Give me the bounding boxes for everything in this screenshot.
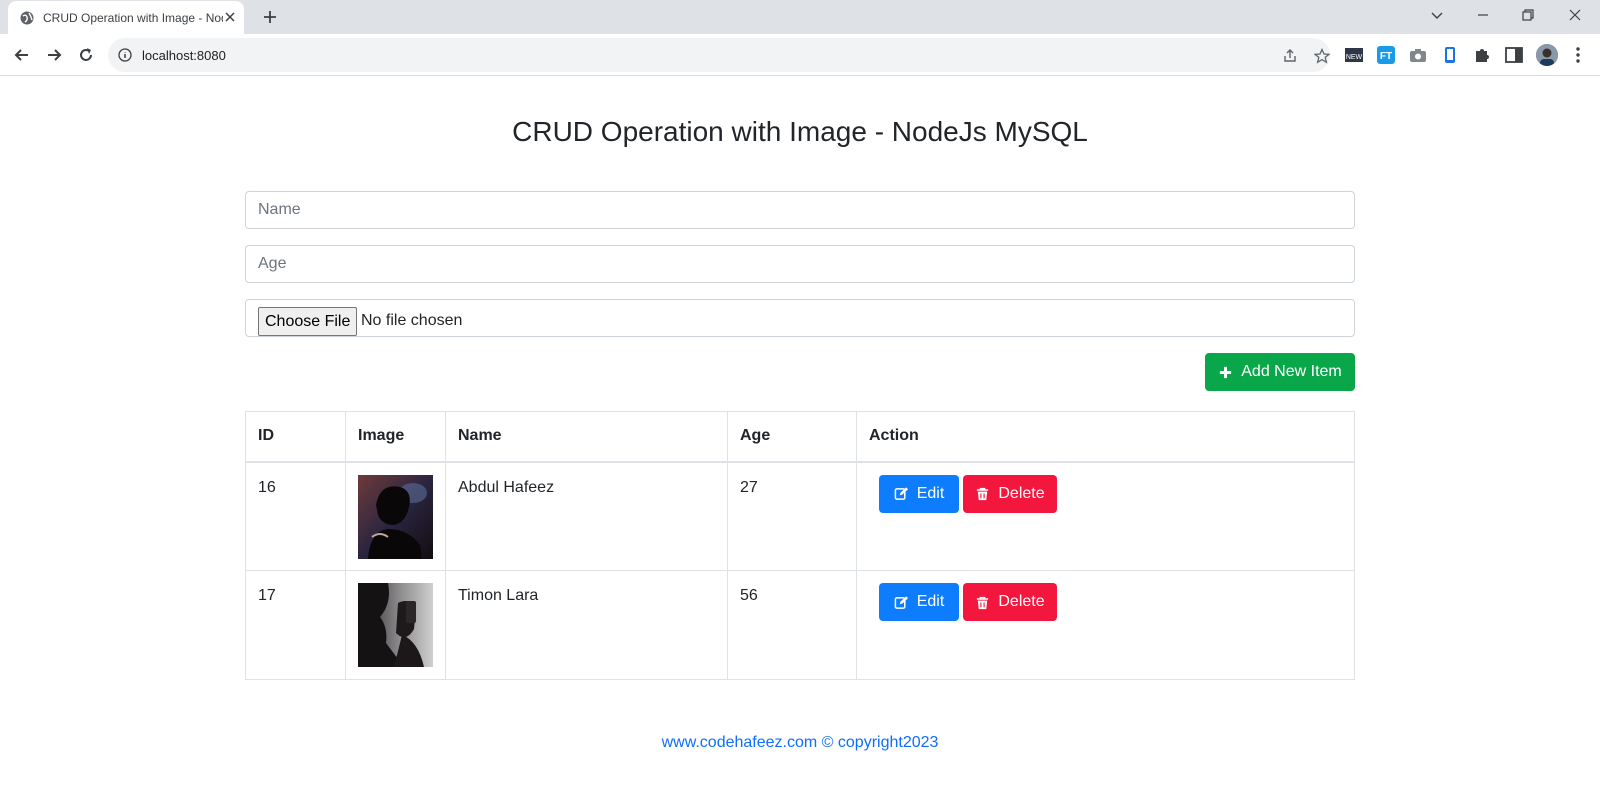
image-file-input[interactable]: Choose File No file chosen (245, 299, 1355, 337)
mobile-view-icon[interactable] (1440, 45, 1460, 65)
table-row: 17 Timon Lara 56 Edit Delete (245, 570, 1355, 680)
close-window-icon[interactable] (1568, 8, 1582, 22)
items-table: ID Image Name Age Action 16 Abdul Hafeez… (245, 411, 1355, 680)
bookmark-star-icon[interactable] (1314, 48, 1330, 64)
side-panel-icon[interactable] (1504, 45, 1524, 65)
edit-button[interactable]: Edit (879, 474, 959, 513)
header-id: ID (245, 411, 346, 463)
extension-ft-icon[interactable]: FT (1376, 45, 1396, 65)
browser-menu-icon[interactable] (1576, 46, 1580, 64)
delete-label: Delete (998, 484, 1045, 502)
tab-search-icon[interactable] (1430, 8, 1444, 22)
edit-label: Edit (916, 484, 945, 502)
header-image: Image (345, 411, 446, 463)
cell-image (345, 461, 446, 571)
restore-icon[interactable] (1521, 8, 1535, 22)
add-button-label: Add New Item (1241, 363, 1342, 380)
age-input[interactable] (245, 245, 1355, 283)
cell-age: 56 (727, 570, 857, 680)
globe-icon (20, 11, 34, 25)
forward-arrow-icon[interactable] (44, 45, 64, 65)
reload-icon[interactable] (76, 45, 96, 65)
share-icon[interactable] (1282, 48, 1298, 64)
name-input[interactable] (245, 191, 1355, 229)
header-age: Age (727, 411, 857, 463)
cell-image (345, 570, 446, 680)
cell-actions: Edit Delete (856, 570, 1355, 680)
header-name: Name (445, 411, 728, 463)
cell-actions: Edit Delete (856, 461, 1355, 571)
header-action: Action (856, 411, 1355, 463)
tab-title: CRUD Operation with Image - NodeJs MySQL (43, 11, 223, 25)
trash-icon (977, 596, 989, 609)
cell-name: Timon Lara (445, 570, 728, 680)
person-shadow-photo (358, 583, 433, 667)
cell-id: 17 (245, 570, 346, 680)
edit-button[interactable]: Edit (879, 583, 959, 621)
file-status-text: No file chosen (361, 312, 463, 329)
page-title: CRUD Operation with Image - NodeJs MySQL (512, 116, 1088, 147)
info-icon[interactable] (118, 48, 132, 62)
plus-icon (1220, 366, 1232, 378)
footer-link[interactable]: www.codehafeez.com © copyright2023 (0, 734, 1600, 752)
choose-file-button[interactable]: Choose File (258, 307, 358, 336)
trash-icon (977, 487, 989, 501)
back-arrow-icon[interactable] (12, 45, 32, 65)
new-tab-icon[interactable] (262, 9, 278, 25)
camera-icon[interactable] (1408, 45, 1428, 65)
extension-new-icon[interactable]: NEW (1344, 45, 1364, 65)
edit-icon (894, 487, 908, 500)
extensions-puzzle-icon[interactable] (1472, 45, 1492, 65)
table-header-row: ID Image Name Age Action (245, 411, 1355, 463)
svg-text:FT: FT (1380, 51, 1392, 62)
browser-toolbar: localhost:8080 NEW FT (0, 34, 1600, 76)
table-row: 16 Abdul Hafeez 27 Edit Delete (245, 461, 1355, 571)
address-bar[interactable]: localhost:8080 (108, 38, 1330, 72)
add-new-item-button[interactable]: Add New Item (1205, 353, 1355, 391)
profile-photo-icon (1536, 44, 1558, 66)
minimize-icon[interactable] (1476, 8, 1490, 22)
person-silhouette-photo (358, 474, 433, 559)
delete-button[interactable]: Delete (963, 583, 1057, 621)
delete-button[interactable]: Delete (963, 474, 1057, 513)
edit-label: Edit (916, 593, 945, 610)
profile-avatar[interactable] (1536, 44, 1558, 66)
svg-text:NEW: NEW (1346, 54, 1363, 61)
browser-tabstrip: CRUD Operation with Image - NodeJs MySQL (0, 0, 1600, 34)
edit-icon (894, 595, 908, 609)
browser-tab[interactable]: CRUD Operation with Image - NodeJs MySQL (8, 1, 244, 34)
cell-id: 16 (245, 461, 346, 571)
url-text: localhost:8080 (142, 48, 226, 63)
close-tab-icon[interactable] (224, 11, 236, 23)
delete-label: Delete (998, 593, 1045, 610)
cell-name: Abdul Hafeez (445, 461, 728, 571)
cell-age: 27 (727, 461, 857, 571)
